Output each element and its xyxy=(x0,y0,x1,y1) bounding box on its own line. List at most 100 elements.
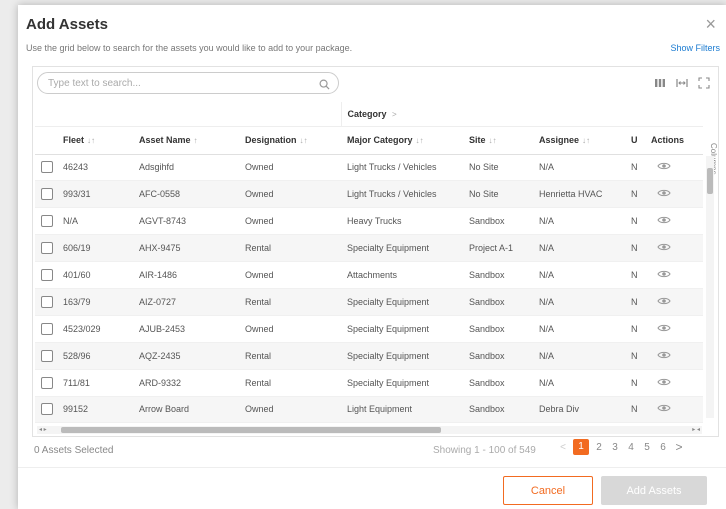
sort-icon[interactable]: ↓↑ xyxy=(489,136,497,145)
column-header-u[interactable]: U xyxy=(625,126,645,155)
add-assets-dialog: Add Assets × Use the grid below to searc… xyxy=(18,5,726,509)
prev-page-icon[interactable]: < xyxy=(555,442,571,453)
cell-assignee: Henrietta HVAC xyxy=(533,180,625,209)
column-header-assignee[interactable]: Assignee ↓↑ xyxy=(533,126,625,155)
vertical-scroll-thumb[interactable] xyxy=(707,168,713,194)
search-icon[interactable] xyxy=(319,77,330,95)
columns-icon[interactable] xyxy=(654,76,666,88)
cell-site: No Site xyxy=(463,154,533,182)
cell-assignee: N/A xyxy=(533,234,625,263)
cell-u: N xyxy=(625,315,645,343)
row-checkbox[interactable] xyxy=(41,295,53,308)
table-row[interactable]: 4523/029 AJUB-2453 Owned Specialty Equipmen… xyxy=(35,315,703,343)
column-header-major-category[interactable]: Major Category ↓↑ xyxy=(341,126,463,155)
page-2[interactable]: 2 xyxy=(591,442,607,453)
cell-fleet: 401/60 xyxy=(57,261,133,289)
cell-designation: Rental xyxy=(239,369,341,397)
cell-assignee: N/A xyxy=(533,207,625,236)
grid-body: 46243 Adsgihfd Owned Light Trucks / Vehicle… xyxy=(35,154,703,424)
eye-icon[interactable] xyxy=(657,296,671,308)
cell-major-category: Specialty Equipment xyxy=(341,315,463,343)
row-checkbox-cell xyxy=(35,234,57,263)
cell-u: N xyxy=(625,234,645,263)
table-row[interactable]: 401/60 AIR-1486 Owned Attachments Sandbox N/A… xyxy=(35,261,703,289)
show-filters-link[interactable]: Show Filters xyxy=(670,43,720,53)
horizontal-scroll-thumb[interactable] xyxy=(61,427,441,433)
cell-site: No Site xyxy=(463,180,533,209)
eye-icon[interactable] xyxy=(657,269,671,281)
row-checkbox[interactable] xyxy=(41,322,53,335)
eye-icon[interactable] xyxy=(657,350,671,362)
table-row[interactable]: 46243 Adsgihfd Owned Light Trucks / Vehicle… xyxy=(35,154,703,182)
eye-icon[interactable] xyxy=(657,215,671,227)
selected-count: 0 Assets Selected xyxy=(34,445,114,456)
column-header-designation[interactable]: Designation ↓↑ xyxy=(239,126,341,155)
scroll-right-icon[interactable]: ▸ ◂ xyxy=(692,426,700,434)
row-checkbox[interactable] xyxy=(41,161,53,174)
cell-actions xyxy=(645,154,703,182)
cell-asset-name: AQZ-2435 xyxy=(133,342,239,370)
cell-fleet: 528/96 xyxy=(57,342,133,370)
row-checkbox[interactable] xyxy=(41,403,53,416)
table-row[interactable]: 606/19 AHX-9475 Rental Specialty Equipment P… xyxy=(35,234,703,263)
table-row[interactable]: 993/31 AFC-0558 Owned Light Trucks / Vehicl… xyxy=(35,180,703,209)
eye-icon[interactable] xyxy=(657,242,671,254)
column-header-site[interactable]: Site ↓↑ xyxy=(463,126,533,155)
cell-designation: Owned xyxy=(239,154,341,182)
eye-icon[interactable] xyxy=(657,161,671,173)
vertical-scrollbar[interactable] xyxy=(706,156,714,418)
sort-icon[interactable]: ↑ xyxy=(194,136,198,145)
row-checkbox-cell xyxy=(35,154,57,182)
cell-designation: Owned xyxy=(239,207,341,236)
cell-fleet: 993/31 xyxy=(57,180,133,209)
sort-icon[interactable]: ↓↑ xyxy=(582,136,590,145)
page-6[interactable]: 6 xyxy=(655,442,671,453)
cell-major-category: Light Trucks / Vehicles xyxy=(341,154,463,182)
row-checkbox[interactable] xyxy=(41,376,53,389)
cancel-button[interactable]: Cancel xyxy=(503,476,593,505)
sort-icon[interactable]: ↓↑ xyxy=(416,136,424,145)
add-assets-button[interactable]: Add Assets xyxy=(601,476,707,505)
close-icon[interactable]: × xyxy=(705,15,716,33)
sort-icon[interactable]: ↓↑ xyxy=(87,136,95,145)
page-4[interactable]: 4 xyxy=(623,442,639,453)
column-header-asset-name[interactable]: Asset Name ↑ xyxy=(133,126,239,155)
page-3[interactable]: 3 xyxy=(607,442,623,453)
table-row[interactable]: 163/79 AIZ-0727 Rental Specialty Equipment S… xyxy=(35,288,703,316)
sort-icon[interactable]: ↓↑ xyxy=(300,136,308,145)
cell-site: Sandbox xyxy=(463,288,533,316)
category-group[interactable]: Category > xyxy=(340,102,703,127)
scroll-left-icon[interactable]: ◂ ▸ xyxy=(39,426,47,434)
eye-icon[interactable] xyxy=(657,323,671,335)
next-page-icon[interactable]: > xyxy=(671,440,687,454)
row-checkbox-cell xyxy=(35,342,57,370)
cell-assignee: N/A xyxy=(533,288,625,316)
row-checkbox[interactable] xyxy=(41,215,53,228)
table-row[interactable]: 99152 Arrow Board Owned Light Equipment Sand… xyxy=(35,396,703,424)
cell-asset-name: AJUB-2453 xyxy=(133,315,239,343)
fit-columns-icon[interactable] xyxy=(676,76,688,88)
row-checkbox[interactable] xyxy=(41,269,53,281)
table-row[interactable]: N/A AGVT-8743 Owned Heavy Trucks Sandbox N/A N xyxy=(35,207,703,236)
table-row[interactable]: 528/96 AQZ-2435 Rental Specialty Equipment S… xyxy=(35,342,703,370)
eye-icon[interactable] xyxy=(657,403,671,415)
horizontal-scrollbar[interactable]: ◂ ▸ ▸ ◂ xyxy=(37,426,702,434)
eye-icon[interactable] xyxy=(657,188,671,200)
page-1[interactable]: 1 xyxy=(573,439,589,455)
eye-icon[interactable] xyxy=(657,377,671,389)
column-header-fleet[interactable]: Fleet ↓↑ xyxy=(57,126,133,155)
fullscreen-icon[interactable] xyxy=(698,76,710,89)
row-checkbox[interactable] xyxy=(41,349,53,362)
column-header-row: Fleet ↓↑ Asset Name ↑ Designation ↓↑ Major … xyxy=(35,126,703,155)
cell-fleet: 4523/029 xyxy=(57,315,133,343)
row-checkbox[interactable] xyxy=(41,242,53,255)
cell-u: N xyxy=(625,207,645,236)
cell-major-category: Attachments xyxy=(341,261,463,289)
pagination: < 1 2 3 4 5 6 > xyxy=(555,439,687,455)
search-input[interactable] xyxy=(48,73,318,94)
page-5[interactable]: 5 xyxy=(639,442,655,453)
dialog-subtitle: Use the grid below to search for the ass… xyxy=(26,43,353,53)
table-row[interactable]: 711/81 ARD-9332 Rental Specialty Equipment S… xyxy=(35,369,703,397)
cell-u: N xyxy=(625,180,645,209)
row-checkbox[interactable] xyxy=(41,188,53,201)
